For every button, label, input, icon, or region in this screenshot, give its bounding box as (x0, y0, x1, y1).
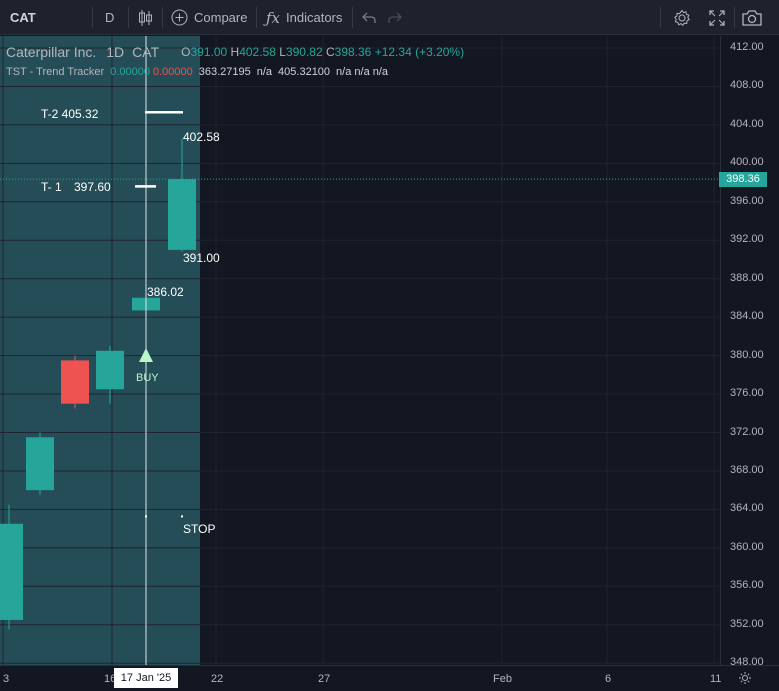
close-key: C (325, 45, 335, 59)
redo-button[interactable] (388, 0, 402, 35)
price-tick-label: 372.00 (730, 425, 764, 438)
indicator-value: 405.32100 (278, 66, 331, 78)
chart-pane[interactable]: Caterpillar Inc. 1D CAT O391.00 H402.58 … (0, 36, 720, 665)
target-1-value: 397.60 (74, 180, 111, 194)
candle-body (0, 523, 23, 620)
current-price-label: 398.36 (719, 172, 767, 188)
fullscreen-icon (709, 9, 725, 26)
price-tick-label: 412.00 (730, 41, 764, 53)
camera-icon (742, 9, 762, 26)
price-tick-label: 384.00 (730, 310, 764, 323)
top-toolbar: CAT D Compare ƒx Indicators (0, 0, 779, 35)
time-tick-label: 27 (318, 673, 331, 685)
candle-body (61, 360, 89, 404)
compare-label: Compare (194, 10, 248, 25)
price-tick-label: 408.00 (730, 79, 764, 92)
low-value: 390.82 (285, 45, 323, 59)
low-label: 391.00 (183, 251, 220, 265)
price-tick-label: 368.00 (730, 463, 764, 476)
price-tick-label: 360.00 (730, 540, 764, 553)
indicator-name: TST - Trend Tracker (6, 66, 105, 78)
time-tick-label: 3 (3, 673, 10, 685)
time-tick-label: 6 (605, 673, 612, 685)
target-1-prefix: T- 1 (41, 180, 62, 194)
price-tick-label: 364.00 (730, 502, 764, 515)
price-scale[interactable]: 412.00 408.00 404.00 400.00 396.00 392.00 388.… (720, 36, 779, 668)
price-tick-label: 356.00 (730, 579, 764, 592)
candle-body (96, 350, 124, 390)
toolbar-divider (92, 7, 93, 28)
crosshair-date-label: 17 Jan '25 (114, 668, 178, 688)
chart-canvas (0, 36, 720, 665)
stop-label: STOP (183, 522, 216, 536)
indicators-button[interactable]: ƒx Indicators (266, 0, 342, 35)
open-value: 391.00 (190, 45, 228, 59)
price-tick-label: 392.00 (730, 233, 764, 246)
candles-chart-type-button[interactable] (138, 0, 154, 35)
plus-circle-icon (171, 9, 188, 26)
toolbar-divider (256, 7, 257, 28)
close-value: 398.36 (334, 45, 372, 59)
candles-icon (139, 9, 152, 26)
symbol-label: CAT (10, 10, 36, 25)
high-key: H (230, 45, 240, 59)
target-2-label: T-2 405.32 (41, 107, 99, 121)
price-tick-label: 400.00 (730, 156, 764, 169)
indicator-value: 363.27195 (198, 66, 251, 78)
buy-label: BUY (136, 372, 159, 384)
indicators-label: Indicators (286, 10, 343, 25)
auto-scale-button[interactable] (738, 671, 752, 688)
undo-icon (362, 12, 376, 23)
indicator-value: n/a n/a n/a (336, 66, 389, 78)
fullscreen-button[interactable] (708, 0, 726, 35)
candle-body (26, 437, 54, 491)
gear-icon (674, 9, 690, 26)
interval-button[interactable]: D (105, 0, 114, 35)
toolbar-divider (660, 7, 661, 28)
settings-button[interactable] (673, 0, 691, 35)
toolbar-divider (128, 7, 129, 28)
snapshot-button[interactable] (741, 0, 763, 35)
change-value: +12.34 (+3.20%) (374, 45, 465, 59)
buy-arrow-icon (139, 348, 153, 362)
low-key: L (279, 45, 286, 59)
legend-main-series[interactable]: Caterpillar Inc. 1D CAT O391.00 H402.58 … (6, 42, 464, 62)
time-tick-label: Feb (493, 673, 512, 685)
time-tick-label: 22 (211, 673, 224, 685)
price-tick-label: 352.00 (730, 617, 764, 630)
indicator-value: n/a (256, 66, 273, 78)
undo-button[interactable] (362, 0, 376, 35)
function-icon: ƒx (266, 8, 281, 27)
candle-body (168, 179, 196, 250)
high-value: 402.58 (239, 45, 276, 59)
toolbar-divider (734, 7, 735, 28)
toolbar-divider (352, 7, 353, 28)
entry-label: 386.02 (147, 285, 184, 299)
interval-label: D (105, 10, 115, 25)
ohlc-values: O391.00 H402.58 L390.82 C398.36 +12.34 (… (181, 45, 464, 59)
chart-legend: Caterpillar Inc. 1D CAT O391.00 H402.58 … (6, 42, 464, 82)
high-label: 402.58 (183, 130, 220, 144)
price-tick-label: 380.00 (730, 348, 764, 361)
stop-marker (145, 515, 147, 518)
price-tick-label: 404.00 (730, 117, 764, 130)
price-tick-label: 388.00 (730, 271, 764, 284)
time-tick-label: 11 (710, 673, 722, 685)
price-tick-label: 376.00 (730, 387, 764, 400)
time-scale[interactable]: 11 6 Feb 27 22 16 3 17 Jan '25 (0, 665, 779, 691)
gear-small-icon (739, 672, 751, 684)
indicator-value: 0.00000 (110, 66, 150, 78)
redo-icon (388, 12, 402, 23)
symbol-search-button[interactable]: CAT (10, 0, 36, 35)
legend-indicator[interactable]: TST - Trend Tracker 0.00000 0.00000 363.… (6, 62, 464, 82)
stop-marker (181, 515, 183, 518)
indicator-value: 0.00000 (152, 66, 193, 78)
toolbar-divider (162, 7, 163, 28)
symbol-description: Caterpillar Inc. (6, 44, 97, 60)
legend-interval: 1D (106, 44, 125, 60)
price-tick-label: 396.00 (730, 194, 764, 207)
compare-button[interactable]: Compare (171, 0, 247, 35)
legend-ticker: CAT (132, 44, 160, 60)
